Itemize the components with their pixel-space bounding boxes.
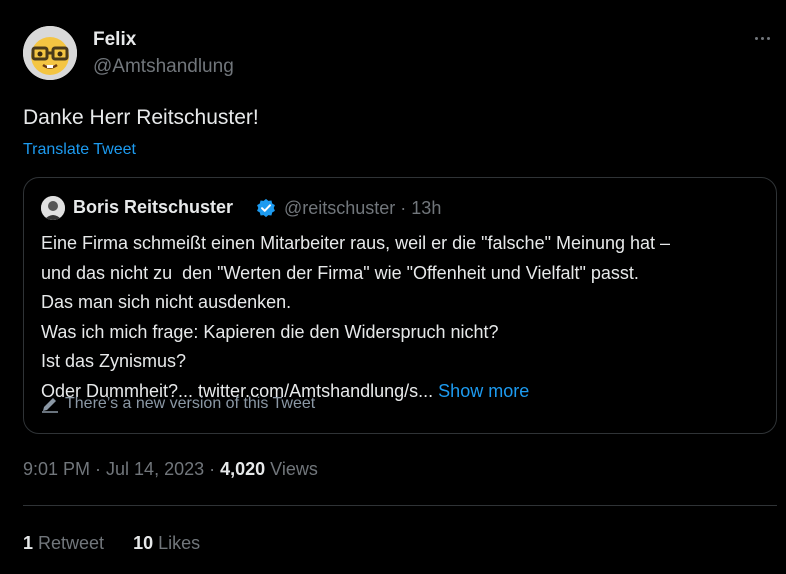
quoted-handle-time: @reitschuster · 13h <box>284 198 442 218</box>
likes-label: Likes <box>153 533 201 553</box>
version-notice[interactable]: There’s a new version of this Tweet <box>41 395 315 413</box>
quoted-line: Ist das Zynismus? <box>41 351 187 371</box>
retweets-stat[interactable]: 1 Retweet <box>23 533 104 553</box>
author-handle[interactable]: @Amtshandlung <box>93 56 234 78</box>
likes-count: 10 <box>133 533 154 553</box>
quoted-body: Eine Firma schmeißt einen Mitarbeiter ra… <box>41 229 766 406</box>
retweets-count: 1 <box>23 533 34 553</box>
tweet-meta: 9:01 PM · Jul 14, 2023 · 4,020 Views <box>23 459 318 480</box>
quoted-line: Eine Firma schmeißt einen Mitarbeiter ra… <box>41 233 671 253</box>
translate-tweet-link[interactable]: Translate Tweet <box>23 141 136 159</box>
avatar[interactable] <box>23 26 77 80</box>
pencil-icon <box>42 398 58 413</box>
more-dot-icon <box>766 36 770 40</box>
version-notice-text: There’s a new version of this Tweet <box>65 395 316 412</box>
views-count: 4,020 <box>220 459 266 479</box>
quoted-avatar <box>41 196 65 220</box>
more-dot-icon <box>760 36 764 40</box>
show-more-link[interactable]: Show more <box>438 381 529 401</box>
quoted-line: und das nicht zu den "Werten der Firma" … <box>41 262 639 283</box>
tweet-text: Danke Herr Reitschuster! <box>23 106 259 129</box>
quoted-line: Was ich mich frage: Kapieren die den Wid… <box>41 321 499 342</box>
views-label: Views <box>265 459 318 479</box>
quoted-tweet-card[interactable]: Boris Reitschuster @reitschuster · 13h E… <box>23 177 777 434</box>
more-dot-icon <box>754 36 758 40</box>
tweet-timestamp[interactable]: 9:01 PM · Jul 14, 2023 · <box>23 459 220 479</box>
more-options-button[interactable] <box>750 28 774 48</box>
author-name[interactable]: Felix <box>93 29 136 51</box>
profile-photo-icon <box>41 196 65 220</box>
quoted-author-name: Boris Reitschuster <box>73 197 234 217</box>
retweets-label: Retweet <box>33 533 105 553</box>
tweet-stats: 1 Retweet 10 Likes <box>23 533 200 554</box>
likes-stat[interactable]: 10 Likes <box>133 533 200 553</box>
divider <box>23 505 777 506</box>
verified-badge-icon <box>257 198 275 218</box>
nerd-face-icon <box>23 26 77 80</box>
quoted-line: Das man sich nicht ausdenken. <box>41 292 292 312</box>
